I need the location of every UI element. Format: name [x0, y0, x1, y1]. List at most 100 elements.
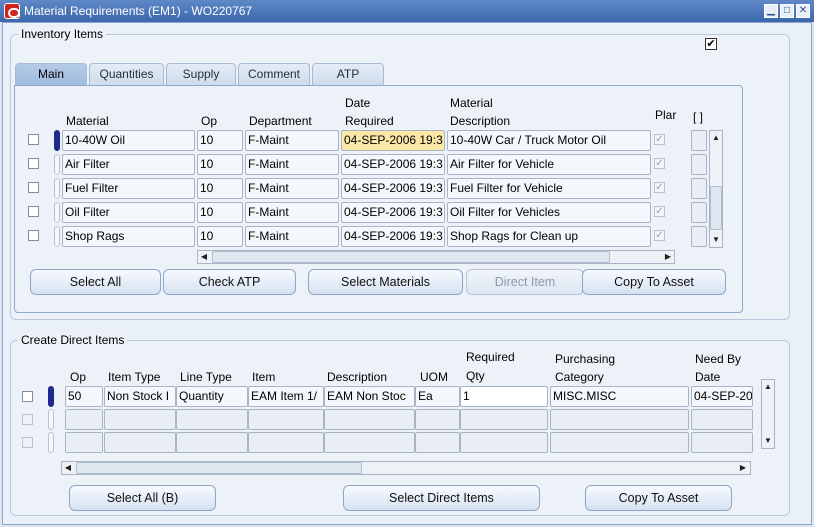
tab-comment[interactable]: Comment	[238, 63, 310, 85]
scroll-left-arrow-icon[interactable]: ◀	[63, 462, 73, 474]
oracle-logo-icon	[4, 3, 20, 19]
scroll-down-arrow-icon[interactable]: ▼	[710, 234, 722, 246]
item-type-cell[interactable]: Non Stock I	[104, 386, 176, 407]
tab-main[interactable]: Main	[15, 63, 87, 86]
bracket-cell[interactable]	[691, 202, 707, 223]
select-materials-button[interactable]: Select Materials	[308, 269, 463, 295]
line-type-cell[interactable]	[176, 432, 248, 453]
direct-row-checkbox[interactable]	[22, 414, 33, 425]
row-select-checkbox[interactable]	[28, 182, 39, 193]
header-item-type: Item Type	[108, 370, 161, 384]
uom-cell[interactable]: Ea	[415, 386, 460, 407]
maximize-button[interactable]: □	[780, 4, 794, 18]
date-required-cell[interactable]: 04-SEP-2006 19:3	[341, 154, 445, 175]
bracket-cell[interactable]	[691, 178, 707, 199]
op-cell[interactable]: 10	[197, 154, 243, 175]
header-qty: Qty	[466, 369, 485, 383]
date-required-cell[interactable]: 04-SEP-2006 19:3	[341, 226, 445, 247]
row-select-checkbox[interactable]	[28, 134, 39, 145]
direct-row-checkbox[interactable]	[22, 437, 33, 448]
row-select-checkbox[interactable]	[28, 206, 39, 217]
op-cell[interactable]: 10	[197, 226, 243, 247]
uom-cell[interactable]	[415, 409, 460, 430]
op-cell[interactable]: 10	[197, 178, 243, 199]
select-all-button[interactable]: Select All	[30, 269, 161, 295]
scroll-up-arrow-icon[interactable]: ▲	[710, 132, 722, 144]
date-required-cell[interactable]: 04-SEP-2006 19:3	[341, 202, 445, 223]
date-required-cell[interactable]: 04-SEP-2006 19:3	[341, 178, 445, 199]
material-cell[interactable]: Air Filter	[62, 154, 195, 175]
select-direct-items-button[interactable]: Select Direct Items	[343, 485, 540, 511]
direct-op-cell[interactable]	[65, 409, 103, 430]
material-cell[interactable]: 10-40W Oil	[62, 130, 195, 151]
description-cell[interactable]: 10-40W Car / Truck Motor Oil	[447, 130, 651, 151]
date-required-cell[interactable]: 04-SEP-2006 19:3	[341, 130, 445, 151]
copy-to-asset-button[interactable]: Copy To Asset	[582, 269, 726, 295]
need-by-date-cell[interactable]	[691, 409, 753, 430]
description-cell[interactable]: Air Filter for Vehicle	[447, 154, 651, 175]
close-button[interactable]: ✕	[796, 4, 810, 18]
bracket-cell[interactable]	[691, 130, 707, 151]
scroll-left-arrow-icon[interactable]: ◀	[199, 251, 209, 263]
select-all-b-button[interactable]: Select All (B)	[69, 485, 216, 511]
minimize-button[interactable]: ▁	[764, 4, 778, 18]
scroll-right-arrow-icon[interactable]: ▶	[663, 251, 673, 263]
purchasing-category-cell[interactable]	[550, 432, 689, 453]
required-qty-cell[interactable]	[460, 409, 548, 430]
direct-op-cell[interactable]	[65, 432, 103, 453]
item-cell[interactable]: EAM Item 1/	[248, 386, 324, 407]
bracket-cell[interactable]	[691, 226, 707, 247]
item-type-cell[interactable]	[104, 432, 176, 453]
department-cell[interactable]: F-Maint	[245, 178, 339, 199]
department-cell[interactable]: F-Maint	[245, 154, 339, 175]
required-qty-cell[interactable]: 1	[460, 386, 548, 407]
vertical-scroll-thumb[interactable]	[710, 186, 722, 230]
item-cell[interactable]	[248, 432, 324, 453]
bracket-cell[interactable]	[691, 154, 707, 175]
required-qty-cell[interactable]	[460, 432, 548, 453]
scroll-up-arrow-icon[interactable]: ▲	[762, 381, 774, 393]
need-by-date-cell[interactable]: 04-SEP-20	[691, 386, 753, 407]
description-cell[interactable]: Fuel Filter for Vehicle	[447, 178, 651, 199]
row-indicator	[48, 432, 54, 453]
direct-op-cell[interactable]: 50	[65, 386, 103, 407]
direct-description-cell[interactable]: EAM Non Stoc	[324, 386, 415, 407]
op-cell[interactable]: 10	[197, 202, 243, 223]
item-type-cell[interactable]	[104, 409, 176, 430]
direct-description-cell[interactable]	[324, 432, 415, 453]
direct-description-cell[interactable]	[324, 409, 415, 430]
direct-copy-to-asset-button[interactable]: Copy To Asset	[585, 485, 732, 511]
header-planned: Plar	[655, 108, 677, 122]
line-type-cell[interactable]	[176, 409, 248, 430]
line-type-cell[interactable]: Quantity	[176, 386, 248, 407]
item-cell[interactable]	[248, 409, 324, 430]
description-cell[interactable]: Oil Filter for Vehicles	[447, 202, 651, 223]
uom-cell[interactable]	[415, 432, 460, 453]
horizontal-scroll-thumb[interactable]	[212, 251, 610, 263]
tab-quantities[interactable]: Quantities	[89, 63, 164, 85]
material-cell[interactable]: Shop Rags	[62, 226, 195, 247]
tab-atp[interactable]: ATP	[312, 63, 384, 85]
scroll-right-arrow-icon[interactable]: ▶	[738, 462, 748, 474]
tab-supply[interactable]: Supply	[166, 63, 236, 85]
inventory-top-checkbox[interactable]: ✔	[705, 38, 717, 50]
department-cell[interactable]: F-Maint	[245, 226, 339, 247]
check-atp-button[interactable]: Check ATP	[163, 269, 296, 295]
horizontal-scroll-thumb[interactable]	[76, 462, 362, 474]
department-cell[interactable]: F-Maint	[245, 130, 339, 151]
create-direct-items-label: Create Direct Items	[18, 333, 128, 347]
department-cell[interactable]: F-Maint	[245, 202, 339, 223]
direct-row-checkbox[interactable]	[22, 391, 33, 402]
op-cell[interactable]: 10	[197, 130, 243, 151]
need-by-date-cell[interactable]	[691, 432, 753, 453]
direct-item-button[interactable]: Direct Item	[466, 269, 584, 295]
material-cell[interactable]: Fuel Filter	[62, 178, 195, 199]
row-select-checkbox[interactable]	[28, 230, 39, 241]
purchasing-category-cell[interactable]	[550, 409, 689, 430]
purchasing-category-cell[interactable]: MISC.MISC	[550, 386, 689, 407]
scroll-down-arrow-icon[interactable]: ▼	[762, 435, 774, 447]
description-cell[interactable]: Shop Rags for Clean up	[447, 226, 651, 247]
material-cell[interactable]: Oil Filter	[62, 202, 195, 223]
row-select-checkbox[interactable]	[28, 158, 39, 169]
planned-checkbox: ✓	[654, 182, 665, 193]
